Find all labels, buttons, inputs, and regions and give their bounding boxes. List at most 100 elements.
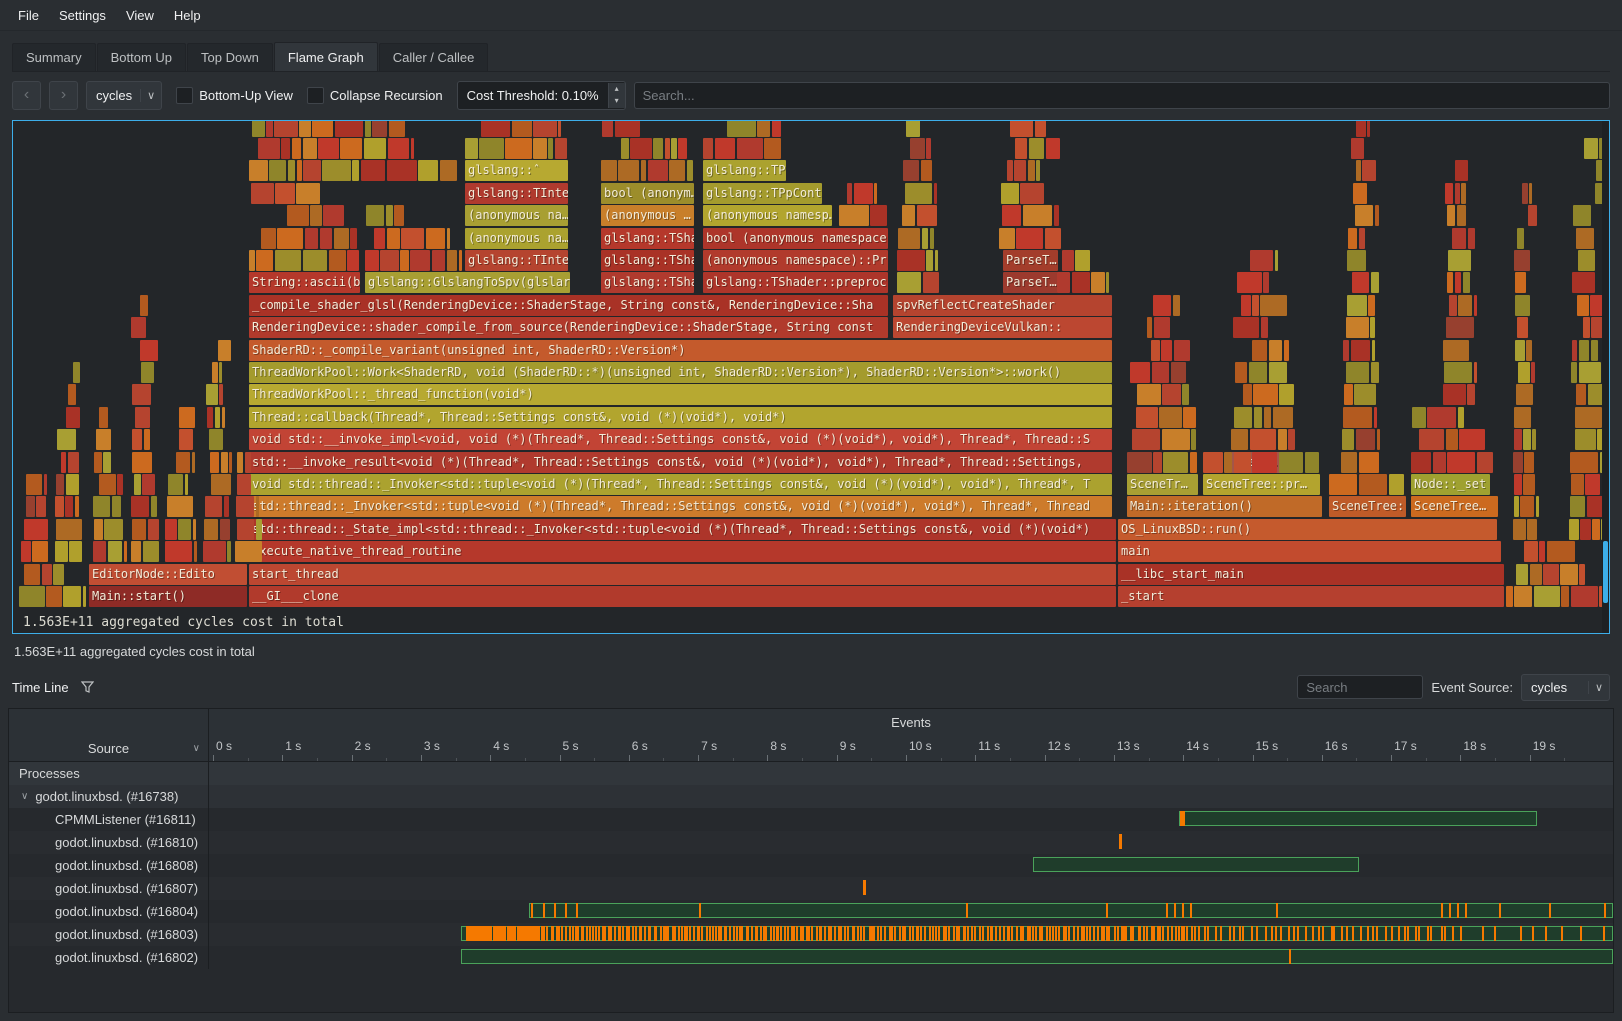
flame-frame[interactable] — [1254, 407, 1262, 428]
flame-frame[interactable] — [1524, 541, 1538, 562]
flame-frame[interactable]: RenderingDeviceVulkan:: — [893, 317, 1112, 338]
flame-frame[interactable] — [229, 452, 232, 473]
flame-frame[interactable] — [1561, 586, 1569, 607]
flame-frame[interactable] — [1514, 474, 1522, 495]
flame-frame[interactable] — [144, 429, 150, 450]
flame-frame[interactable] — [1389, 474, 1405, 495]
flame-frame[interactable] — [1591, 340, 1598, 361]
flame-frame[interactable] — [1530, 564, 1542, 585]
flame-frame[interactable] — [99, 407, 107, 428]
flame-frame[interactable] — [66, 407, 80, 428]
timeline-row-chart[interactable] — [209, 785, 1613, 808]
flame-frame[interactable] — [1341, 452, 1357, 473]
flame-frame[interactable] — [261, 228, 276, 249]
flame-frame[interactable] — [142, 474, 155, 495]
flame-frame[interactable] — [206, 384, 217, 405]
flame-frame[interactable] — [56, 519, 82, 540]
flame-frame[interactable] — [533, 138, 546, 159]
flame-frame[interactable] — [465, 138, 478, 159]
flame-frame[interactable] — [1577, 295, 1589, 316]
flame-frame[interactable] — [1575, 407, 1602, 428]
flame-frame[interactable] — [1539, 541, 1545, 562]
flame-frame[interactable] — [737, 138, 763, 159]
flame-frame[interactable]: SceneTree: — [1329, 496, 1406, 517]
flame-frame[interactable] — [440, 160, 458, 181]
flame-frame[interactable] — [897, 272, 921, 293]
flame-frame[interactable] — [221, 452, 228, 473]
flame-frame[interactable] — [318, 138, 338, 159]
flame-frame[interactable] — [1288, 429, 1295, 450]
flame-frame[interactable] — [1580, 519, 1590, 540]
flame-frame[interactable] — [61, 452, 67, 473]
flame-frame[interactable] — [1127, 452, 1152, 473]
flame-frame[interactable]: String::ascii(b — [249, 272, 360, 293]
flame-frame[interactable] — [219, 384, 223, 405]
flame-frame[interactable] — [141, 362, 154, 383]
flame-frame[interactable] — [602, 120, 613, 137]
flame-frame[interactable] — [1263, 272, 1269, 293]
flame-frame[interactable] — [1452, 228, 1466, 249]
flame-frame[interactable] — [906, 120, 919, 137]
flame-frame[interactable] — [1571, 586, 1598, 607]
event-source-combobox[interactable]: cycles ∨ — [1521, 674, 1610, 701]
flame-frame[interactable] — [1518, 362, 1530, 383]
flame-frame[interactable] — [96, 429, 111, 450]
flame-frame[interactable]: SceneTree::pr… — [1203, 474, 1320, 495]
flame-frame[interactable] — [178, 519, 191, 540]
flame-frame[interactable] — [854, 183, 873, 204]
flame-frame[interactable]: ParseT… — [1003, 250, 1058, 271]
flame-frame[interactable] — [1375, 205, 1379, 226]
flame-frame[interactable]: glslang::TInte — [465, 250, 568, 271]
flame-frame[interactable] — [347, 250, 359, 271]
flame-frame[interactable] — [1234, 452, 1251, 473]
flame-frame[interactable] — [1513, 519, 1526, 540]
flame-frame[interactable] — [1571, 362, 1578, 383]
flame-frame[interactable] — [926, 138, 931, 159]
flame-frame[interactable] — [1136, 407, 1158, 428]
flame-frame[interactable] — [401, 228, 424, 249]
flame-frame[interactable]: (anonymous … — [601, 205, 694, 226]
flame-frame[interactable] — [1467, 384, 1475, 405]
flame-frame[interactable] — [26, 496, 35, 517]
flame-frame[interactable] — [1433, 452, 1446, 473]
flame-frame[interactable] — [219, 362, 222, 383]
flame-frame[interactable] — [1260, 295, 1287, 316]
flame-frame[interactable] — [1584, 138, 1598, 159]
flame-frame[interactable] — [53, 564, 64, 585]
flame-frame[interactable]: (anonymous na… — [465, 228, 568, 249]
flame-frame[interactable] — [1526, 340, 1532, 361]
flame-frame[interactable] — [1091, 272, 1104, 293]
flame-frame[interactable] — [687, 160, 694, 181]
flame-frame[interactable] — [1514, 407, 1531, 428]
flame-frame[interactable] — [1569, 519, 1579, 540]
flame-frame[interactable]: void std::__invoke_impl<void, void (*)(T… — [249, 429, 1112, 450]
flame-frame[interactable] — [447, 250, 458, 271]
flame-frame[interactable] — [1457, 205, 1467, 226]
flame-frame[interactable] — [211, 474, 231, 495]
flame-frame[interactable] — [117, 474, 123, 495]
flame-frame[interactable] — [93, 496, 110, 517]
flame-frame[interactable] — [299, 120, 311, 137]
flame-frame[interactable] — [340, 138, 362, 159]
timeline-bar[interactable] — [1179, 811, 1537, 826]
flame-frame[interactable] — [935, 250, 938, 271]
back-button[interactable]: ‹ — [12, 81, 41, 110]
flame-frame[interactable] — [1585, 474, 1600, 495]
flame-frame[interactable] — [303, 160, 321, 181]
flame-frame[interactable] — [218, 340, 231, 361]
flame-frame[interactable] — [269, 160, 286, 181]
flame-frame[interactable] — [1575, 429, 1596, 450]
flame-frame[interactable] — [1458, 295, 1472, 316]
flame-frame[interactable] — [245, 452, 251, 473]
menu-view[interactable]: View — [116, 3, 164, 28]
flame-frame[interactable] — [533, 120, 557, 137]
flame-frame[interactable] — [1137, 384, 1161, 405]
flame-frame[interactable] — [1190, 452, 1198, 473]
flame-frame[interactable] — [168, 474, 183, 495]
flame-frame[interactable] — [57, 429, 75, 450]
flame-frame[interactable] — [249, 160, 268, 181]
flame-frame[interactable] — [1106, 272, 1109, 293]
flame-frame[interactable] — [1517, 317, 1528, 338]
flame-frame[interactable] — [212, 362, 218, 383]
flame-frame[interactable] — [388, 138, 410, 159]
